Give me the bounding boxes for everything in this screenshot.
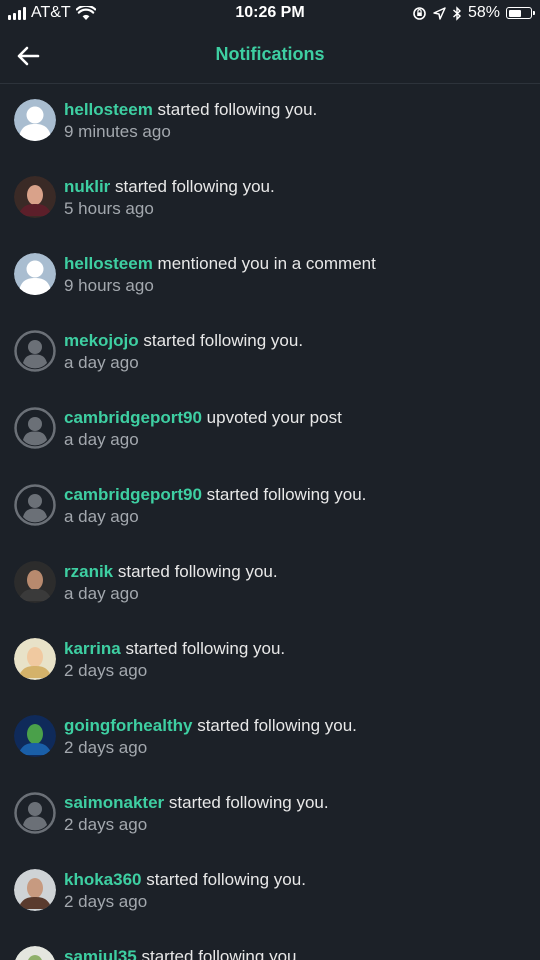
username-link[interactable]: samiul35	[64, 947, 137, 960]
notification-text: cambridgeport90 started following you. a …	[64, 484, 528, 528]
notification-item[interactable]: karrina started following you. 2 days ago	[0, 623, 540, 700]
notification-text: cambridgeport90 upvoted your post a day a…	[64, 407, 528, 451]
avatar[interactable]	[14, 253, 56, 295]
notification-action: started following you.	[206, 485, 367, 504]
bluetooth-icon	[452, 5, 461, 21]
notification-time: 9 minutes ago	[64, 122, 171, 141]
username-link[interactable]: rzanik	[64, 562, 113, 581]
battery-icon	[506, 7, 535, 19]
notification-time: 2 days ago	[64, 661, 148, 680]
notification-item[interactable]: goingforhealthy started following you. 2 …	[0, 700, 540, 777]
avatar[interactable]	[14, 330, 56, 372]
notification-message: samiul35 started following you.	[64, 946, 528, 960]
notification-message: khoka360 started following you.	[64, 869, 528, 891]
notification-action: started following you.	[157, 100, 318, 119]
notification-message: hellosteem started following you.	[64, 99, 528, 121]
notification-message: goingforhealthy started following you.	[64, 715, 528, 737]
avatar[interactable]	[14, 407, 56, 449]
notification-action: mentioned you in a comment	[157, 254, 376, 273]
battery-percent: 58%	[467, 4, 500, 21]
avatar[interactable]	[14, 484, 56, 526]
notification-item[interactable]: khoka360 started following you. 2 days ag…	[0, 854, 540, 931]
notification-item[interactable]: hellosteem mentioned you in a comment 9 h…	[0, 238, 540, 315]
notification-action: started following you.	[143, 331, 304, 350]
username-link[interactable]: saimonakter	[64, 793, 164, 812]
notification-action: started following you.	[146, 870, 306, 889]
notification-message: rzanik started following you.	[64, 561, 528, 583]
notification-time: 5 hours ago	[64, 199, 154, 218]
screen: AT&T 10:26 PM 58% Notifications helloste…	[0, 0, 540, 960]
avatar[interactable]	[14, 715, 56, 757]
username-link[interactable]: hellosteem	[64, 254, 153, 273]
notification-action: started following you.	[117, 562, 278, 581]
notification-item[interactable]: nuklir started following you. 5 hours ago	[0, 161, 540, 238]
notification-text: samiul35 started following you.	[64, 946, 528, 960]
notification-item[interactable]: mekojojo started following you. a day ago	[0, 315, 540, 392]
username-link[interactable]: nuklir	[64, 177, 110, 196]
username-link[interactable]: goingforhealthy	[64, 716, 192, 735]
notification-time: a day ago	[64, 353, 139, 372]
notification-action: started following you.	[197, 716, 357, 735]
notification-time: 2 days ago	[64, 815, 148, 834]
notification-message: nuklir started following you.	[64, 176, 528, 198]
avatar[interactable]	[14, 561, 56, 603]
notification-item[interactable]: cambridgeport90 started following you. a …	[0, 469, 540, 546]
notification-action: started following you.	[141, 947, 302, 960]
notification-action: upvoted your post	[206, 408, 342, 427]
battery-fill	[508, 9, 521, 17]
avatar[interactable]	[14, 99, 56, 141]
username-link[interactable]: karrina	[64, 639, 121, 658]
avatar[interactable]	[14, 869, 56, 911]
username-link[interactable]: cambridgeport90	[64, 485, 202, 504]
username-link[interactable]: mekojojo	[64, 331, 139, 350]
notification-text: hellosteem started following you. 9 minut…	[64, 99, 528, 143]
notification-text: karrina started following you. 2 days ago	[64, 638, 528, 682]
notification-message: cambridgeport90 started following you.	[64, 484, 528, 506]
notification-message: saimonakter started following you.	[64, 792, 528, 814]
avatar[interactable]	[14, 176, 56, 218]
header: Notifications	[0, 28, 540, 84]
notification-action: started following you.	[168, 793, 329, 812]
orientation-lock-icon	[413, 6, 426, 20]
notification-time: 2 days ago	[64, 738, 148, 757]
notification-message: hellosteem mentioned you in a comment	[64, 253, 528, 275]
notification-item[interactable]: rzanik started following you. a day ago	[0, 546, 540, 623]
notification-list: hellosteem started following you. 9 minut…	[0, 84, 540, 960]
avatar[interactable]	[14, 638, 56, 680]
notification-item[interactable]: hellosteem started following you. 9 minut…	[0, 84, 540, 161]
notification-action: started following you.	[125, 639, 286, 658]
notification-time: 2 days ago	[64, 892, 148, 911]
notification-message: karrina started following you.	[64, 638, 528, 660]
notification-time: a day ago	[64, 584, 139, 603]
avatar[interactable]	[14, 946, 56, 960]
notification-message: mekojojo started following you.	[64, 330, 528, 352]
notification-text: rzanik started following you. a day ago	[64, 561, 528, 605]
notification-text: goingforhealthy started following you. 2 …	[64, 715, 528, 759]
notification-text: mekojojo started following you. a day ago	[64, 330, 528, 374]
notification-message: cambridgeport90 upvoted your post	[64, 407, 528, 429]
notification-text: hellosteem mentioned you in a comment 9 h…	[64, 253, 528, 297]
notification-text: khoka360 started following you. 2 days ag…	[64, 869, 528, 913]
username-link[interactable]: cambridgeport90	[64, 408, 202, 427]
notification-time: a day ago	[64, 430, 139, 449]
page-title: Notifications	[215, 44, 325, 64]
status-right: 58%	[412, 4, 535, 22]
notification-text: nuklir started following you. 5 hours ago	[64, 176, 528, 220]
location-icon	[433, 6, 446, 20]
avatar[interactable]	[14, 792, 56, 834]
notification-time: a day ago	[64, 507, 139, 526]
username-link[interactable]: khoka360	[64, 870, 142, 889]
notification-item[interactable]: saimonakter started following you. 2 days…	[0, 777, 540, 854]
notification-item[interactable]: samiul35 started following you.	[0, 931, 540, 960]
notification-action: started following you.	[115, 177, 275, 196]
username-link[interactable]: hellosteem	[64, 100, 153, 119]
notification-item[interactable]: cambridgeport90 upvoted your post a day a…	[0, 392, 540, 469]
notification-text: saimonakter started following you. 2 days…	[64, 792, 528, 836]
notification-time: 9 hours ago	[64, 276, 154, 295]
status-bar: AT&T 10:26 PM 58%	[0, 0, 540, 28]
